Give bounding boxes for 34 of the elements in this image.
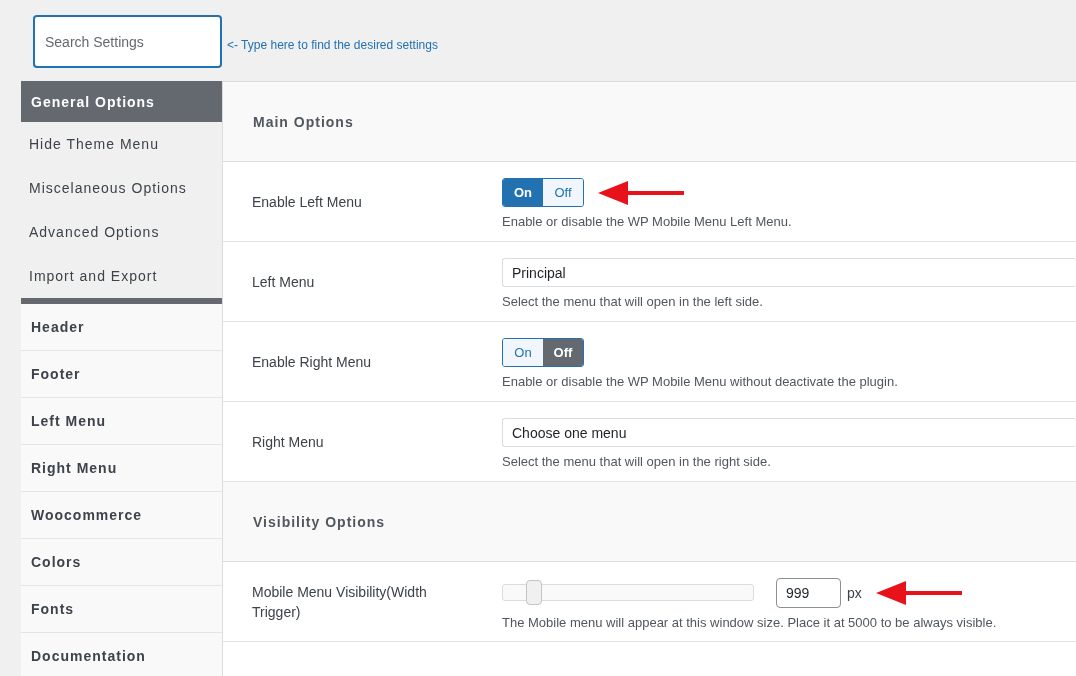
sidebar-item[interactable]: Right Menu — [21, 445, 222, 492]
setting-description: Select the menu that will open in the left side. — [502, 294, 764, 309]
section-header: Main Options — [223, 82, 1076, 162]
setting-label: Enable Right Menu — [251, 352, 373, 372]
setting-description: Enable or disable the WP Mobile Menu Left Menu. — [502, 214, 793, 229]
toggle-option[interactable]: Off — [543, 339, 583, 366]
setting-description: Enable or disable the WP Mobile Menu without deactivate the plugin. — [502, 374, 899, 389]
sidebar-item[interactable]: Documentation — [21, 633, 222, 676]
setting-description: Select the menu that will open in the right side. — [502, 454, 772, 469]
arrow-icon — [598, 178, 684, 207]
setting-label: Right Menu — [251, 432, 325, 452]
setting-description: The Mobile menu will appear at this window size. Place it at 5000 to be always visible. — [502, 614, 998, 630]
setting-label: Mobile Menu Visibility(Width Trigger) — [251, 582, 428, 622]
toggle-option[interactable]: On — [503, 339, 543, 366]
sidebar-group-header[interactable]: General Options — [21, 81, 222, 122]
sidebar-item[interactable]: Woocommerce — [21, 492, 222, 539]
sidebar-item[interactable]: Left Menu — [21, 398, 222, 445]
slider-thumb[interactable] — [526, 580, 543, 605]
arrow-icon — [875, 578, 962, 607]
toggle-option[interactable]: On — [503, 179, 543, 206]
unit-label: px — [847, 584, 862, 601]
setting-label: Enable Left Menu — [251, 192, 363, 212]
menu-select[interactable]: Choose one menu — [502, 418, 1076, 447]
menu-select[interactable]: Principal — [502, 258, 1076, 287]
sidebar-item[interactable]: Footer — [21, 351, 222, 398]
setting-label: Left Menu — [251, 272, 316, 292]
section-header: Visibility Options — [223, 482, 1076, 562]
search-hint: <- Type here to find the desired settings — [227, 37, 438, 52]
toggle-option[interactable]: Off — [543, 179, 583, 206]
sidebar-item[interactable]: Fonts — [21, 586, 222, 633]
sidebar-item[interactable]: Colors — [21, 539, 222, 586]
search-field[interactable]: Search Settings — [33, 15, 222, 68]
width-input[interactable]: 999 — [776, 577, 841, 608]
sidebar-item[interactable]: Header — [21, 304, 222, 351]
